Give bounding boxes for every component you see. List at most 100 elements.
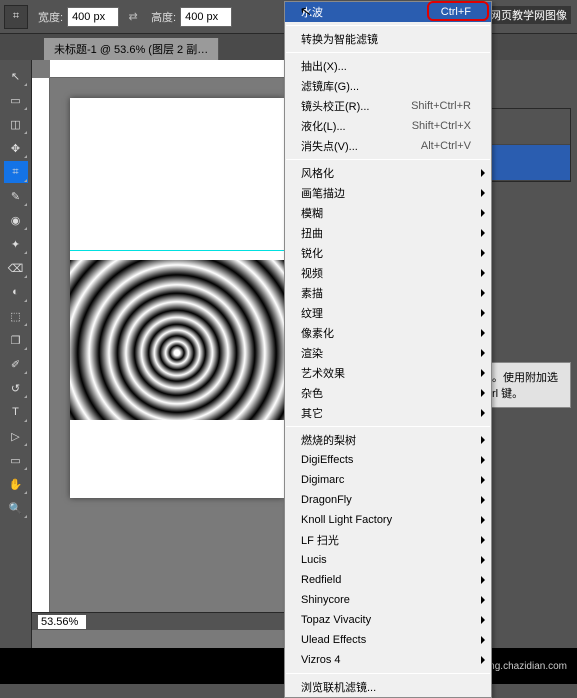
submenu-arrow-icon: [481, 576, 485, 584]
menu-item-label: 燃烧的梨树: [301, 432, 356, 448]
menu-item-label: 画笔描边: [301, 185, 345, 201]
menu-item-submenu[interactable]: 其它: [285, 403, 491, 423]
menu-item-submenu[interactable]: 锐化: [285, 243, 491, 263]
menu-item-label: 滤镜库(G)...: [301, 78, 359, 94]
menu-item-shortcut: Shift+Ctrl+R: [411, 100, 471, 112]
tool-button[interactable]: ✋: [4, 473, 28, 495]
tool-button[interactable]: ⌗: [4, 161, 28, 183]
width-input[interactable]: 400 px: [67, 7, 119, 27]
submenu-arrow-icon: [481, 249, 485, 257]
tool-button[interactable]: ❐: [4, 329, 28, 351]
menu-item-submenu[interactable]: Ulead Effects: [285, 630, 491, 650]
menu-item-label: 视频: [301, 265, 323, 281]
menu-separator: [286, 159, 490, 160]
tool-button[interactable]: ◐: [4, 281, 28, 303]
menu-item-label: 像素化: [301, 325, 334, 341]
menu-item-submenu[interactable]: 素描: [285, 283, 491, 303]
submenu-arrow-icon: [481, 389, 485, 397]
menu-item-label: Redfield: [301, 574, 341, 586]
menu-item[interactable]: 镜头校正(R)... Shift+Ctrl+R: [285, 96, 491, 116]
menu-item-convert-smart[interactable]: 转换为智能滤镜: [285, 29, 491, 49]
submenu-arrow-icon: [481, 476, 485, 484]
tool-button[interactable]: ⌫: [4, 257, 28, 279]
horizontal-guide[interactable]: [70, 250, 284, 251]
menu-item[interactable]: 消失点(V)... Alt+Ctrl+V: [285, 136, 491, 156]
document-tab[interactable]: 未标题-1 @ 53.6% (图层 2 副…: [44, 38, 219, 60]
tool-button[interactable]: T: [4, 401, 28, 423]
menu-item-submenu[interactable]: Shinycore: [285, 590, 491, 610]
tool-button[interactable]: ◫: [4, 113, 28, 135]
menu-item-submenu[interactable]: 扭曲: [285, 223, 491, 243]
menu-item-submenu[interactable]: 模糊: [285, 203, 491, 223]
menu-item-label: 转换为智能滤镜: [301, 31, 378, 47]
height-input[interactable]: 400 px: [180, 7, 232, 27]
menu-item-submenu[interactable]: 燃烧的梨树: [285, 430, 491, 450]
menu-item-label: 扭曲: [301, 225, 323, 241]
menu-item-submenu[interactable]: 杂色: [285, 383, 491, 403]
menu-item-submenu[interactable]: 渲染: [285, 343, 491, 363]
menu-item-submenu[interactable]: LF 扫光: [285, 530, 491, 550]
menu-item-shortcut: Alt+Ctrl+V: [421, 140, 471, 152]
menu-item-submenu[interactable]: Lucis: [285, 550, 491, 570]
swap-icon[interactable]: ⇄: [123, 7, 143, 27]
submenu-arrow-icon: [481, 229, 485, 237]
menu-item[interactable]: 抽出(X)...: [285, 56, 491, 76]
menu-item-submenu[interactable]: 艺术效果: [285, 363, 491, 383]
menu-item-submenu[interactable]: DragonFly: [285, 490, 491, 510]
menu-item-submenu[interactable]: Knoll Light Factory: [285, 510, 491, 530]
tool-button[interactable]: ▷: [4, 425, 28, 447]
tool-button[interactable]: ◉: [4, 209, 28, 231]
menu-item-submenu[interactable]: 视频: [285, 263, 491, 283]
menu-item-label: 消失点(V)...: [301, 138, 358, 154]
menu-item-label: 抽出(X)...: [301, 58, 347, 74]
submenu-arrow-icon: [481, 369, 485, 377]
menu-item[interactable]: 液化(L)... Shift+Ctrl+X: [285, 116, 491, 136]
menu-separator: [286, 52, 490, 53]
toolbox: ↖▭◫✥⌗✎◉✦⌫◐⬚❐✐↺T▷▭✋🔍: [0, 60, 32, 648]
menu-item-last-filter[interactable]: 水波 Ctrl+F: [285, 2, 491, 22]
submenu-arrow-icon: [481, 616, 485, 624]
menu-item-label: 素描: [301, 285, 323, 301]
tool-button[interactable]: ↺: [4, 377, 28, 399]
menu-item-label: 浏览联机滤镜...: [301, 679, 376, 695]
tool-button[interactable]: ✎: [4, 185, 28, 207]
menu-item-label: Vizros 4: [301, 654, 341, 666]
submenu-arrow-icon: [481, 436, 485, 444]
menu-item-submenu[interactable]: 风格化: [285, 163, 491, 183]
tool-button[interactable]: ⬚: [4, 305, 28, 327]
menu-item-label: 风格化: [301, 165, 334, 181]
menu-item-submenu[interactable]: Digimarc: [285, 470, 491, 490]
menu-item-shortcut: Shift+Ctrl+X: [412, 120, 471, 132]
menu-item-label: 模糊: [301, 205, 323, 221]
tool-button[interactable]: ↖: [4, 65, 28, 87]
menu-item-browse-online[interactable]: 浏览联机滤镜...: [285, 677, 491, 697]
menu-item-label: 纹理: [301, 305, 323, 321]
menu-item-submenu[interactable]: DigiEffects: [285, 450, 491, 470]
zoom-input[interactable]: 53.56%: [38, 615, 86, 629]
watermark-top: 网页教学网图像: [486, 6, 571, 24]
menu-item-label: Knoll Light Factory: [301, 514, 392, 526]
menu-item-submenu[interactable]: 像素化: [285, 323, 491, 343]
menu-item-submenu[interactable]: 画笔描边: [285, 183, 491, 203]
tool-button[interactable]: ▭: [4, 449, 28, 471]
crop-tool-icon[interactable]: ⌗: [4, 5, 28, 29]
menu-item-submenu[interactable]: Topaz Vivacity: [285, 610, 491, 630]
menu-item-submenu[interactable]: 纹理: [285, 303, 491, 323]
menu-item-label: 镜头校正(R)...: [301, 98, 369, 114]
menu-item-label: Ulead Effects: [301, 634, 366, 646]
tool-button[interactable]: 🔍: [4, 497, 28, 519]
tool-button[interactable]: ▭: [4, 89, 28, 111]
menu-item-submenu[interactable]: Redfield: [285, 570, 491, 590]
menu-item-label: 艺术效果: [301, 365, 345, 381]
menu-item-shortcut: Ctrl+F: [441, 6, 471, 18]
menu-item[interactable]: 滤镜库(G)...: [285, 76, 491, 96]
image-content: [70, 260, 284, 420]
menu-item-label: LF 扫光: [301, 532, 339, 548]
menu-item-submenu[interactable]: Vizros 4: [285, 650, 491, 670]
menu-separator: [286, 673, 490, 674]
menu-item-label: 液化(L)...: [301, 118, 346, 134]
tool-button[interactable]: ✐: [4, 353, 28, 375]
tool-button[interactable]: ✥: [4, 137, 28, 159]
menu-item-label: DragonFly: [301, 494, 352, 506]
tool-button[interactable]: ✦: [4, 233, 28, 255]
